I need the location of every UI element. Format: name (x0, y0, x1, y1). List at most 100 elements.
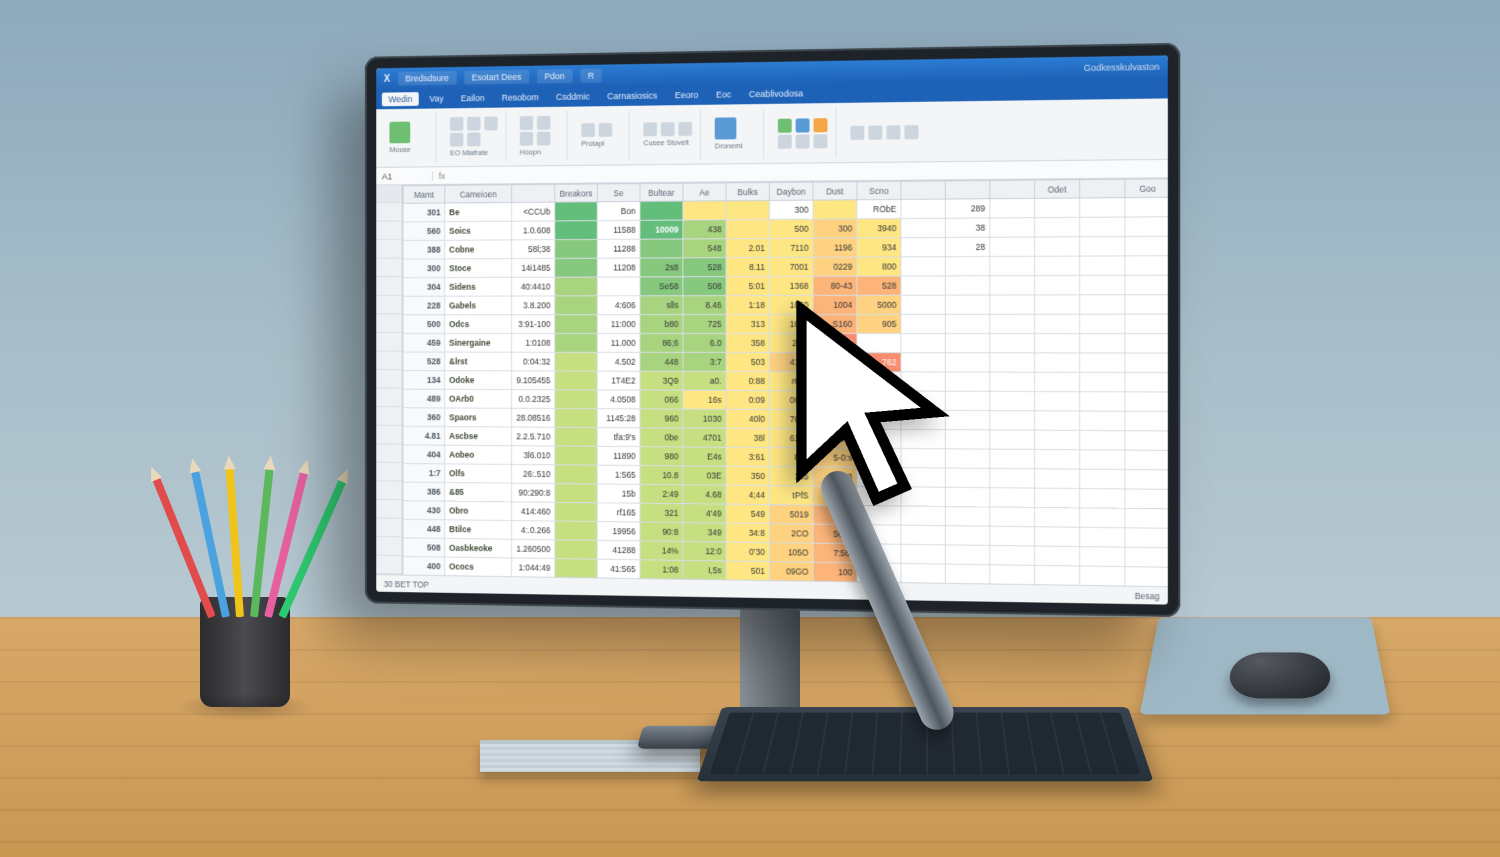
cell[interactable] (990, 430, 1035, 450)
cell[interactable]: 0.0.2325 (512, 390, 555, 409)
cell[interactable]: 560 (403, 222, 445, 241)
cell[interactable]: 358 (726, 333, 769, 352)
cell[interactable]: OO3O (813, 372, 857, 391)
cell[interactable] (857, 334, 901, 353)
ribbon-icon[interactable] (520, 116, 533, 130)
cell[interactable] (901, 295, 945, 314)
cell[interactable]: 11288 (597, 239, 640, 258)
cell[interactable]: 1004 (813, 295, 857, 314)
cell[interactable] (555, 390, 597, 409)
cell[interactable]: Cobne (445, 240, 512, 259)
cell[interactable]: 10.8 (640, 465, 683, 484)
cell[interactable]: 1T4E2 (597, 371, 640, 390)
cell[interactable] (1080, 392, 1125, 412)
cell[interactable]: 528 (403, 352, 445, 371)
ribbon-icon[interactable] (484, 117, 497, 131)
cell[interactable]: 321 (640, 503, 683, 522)
cell[interactable]: 386 (403, 482, 445, 501)
cell[interactable] (1080, 508, 1125, 528)
cell[interactable]: 489 (403, 389, 445, 408)
cell[interactable]: 301 (403, 203, 445, 222)
app-x-icon[interactable]: X (384, 73, 390, 84)
ribbon-icon[interactable] (467, 132, 480, 146)
cell[interactable]: 100 (813, 562, 857, 582)
cell[interactable]: 80-43 (813, 276, 857, 295)
cell[interactable] (901, 334, 945, 353)
cell[interactable] (945, 564, 990, 584)
cell[interactable]: 1050 (769, 295, 813, 314)
ribbon-group[interactable]: EO Miafrate (442, 111, 506, 162)
cell[interactable] (1035, 334, 1080, 353)
cell[interactable]: Olfs (445, 464, 512, 483)
column-header[interactable]: Daybon (769, 182, 813, 200)
cell[interactable]: 3Q9 (640, 371, 683, 390)
cell[interactable] (1080, 411, 1125, 431)
cell[interactable] (901, 372, 945, 391)
cell[interactable] (1125, 392, 1168, 412)
ribbon-icon[interactable] (886, 125, 900, 139)
cell[interactable]: 8.46 (683, 296, 726, 315)
cell[interactable]: 2CO (769, 524, 813, 544)
name-box[interactable]: A1 (376, 171, 433, 181)
title-tab[interactable]: Pdon (537, 69, 573, 83)
ribbon-group[interactable]: Mouse (382, 112, 437, 163)
cell[interactable] (555, 239, 597, 258)
cell[interactable]: 313 (726, 314, 769, 333)
cell[interactable] (990, 218, 1035, 238)
cell[interactable] (1080, 469, 1125, 489)
title-tab[interactable]: R (580, 69, 602, 83)
cell[interactable]: Odcs (445, 315, 512, 334)
cell[interactable]: 388 (403, 240, 445, 259)
cell[interactable]: I,5s (683, 560, 726, 580)
cell[interactable]: a0. (683, 371, 726, 390)
cell[interactable]: 34:8 (726, 523, 769, 543)
cell[interactable] (1035, 565, 1080, 585)
cell[interactable] (1125, 256, 1168, 276)
cell[interactable]: 404 (403, 445, 445, 464)
ribbon-icon[interactable] (450, 133, 463, 147)
cell[interactable]: 725 (683, 315, 726, 334)
cell[interactable]: 5280 (813, 353, 857, 372)
cell[interactable] (555, 221, 597, 240)
cell[interactable] (1080, 547, 1125, 567)
column-header[interactable] (945, 180, 990, 199)
cell[interactable]: 5019 (769, 505, 813, 525)
cell[interactable] (1035, 507, 1080, 527)
cell[interactable]: 800 (857, 257, 901, 276)
cell[interactable]: 1.260500 (512, 539, 555, 558)
cell[interactable]: 7613 (769, 410, 813, 429)
cell[interactable] (555, 427, 597, 446)
column-header[interactable]: Mamt (403, 185, 445, 203)
fx-icon[interactable]: fx (433, 171, 451, 181)
paste-icon[interactable] (389, 122, 410, 144)
cell[interactable]: Be (445, 202, 512, 221)
cell[interactable] (1035, 353, 1080, 372)
cell[interactable] (901, 199, 945, 219)
cell[interactable]: RObE (857, 199, 901, 218)
cell[interactable] (990, 353, 1035, 372)
cell[interactable]: tfa:9's (597, 428, 640, 447)
cell[interactable] (555, 540, 597, 559)
ribbon-tab[interactable]: Resobom (495, 90, 545, 105)
cell[interactable]: 1:565 (597, 465, 640, 484)
ribbon-icon[interactable] (715, 117, 737, 139)
cell[interactable] (945, 372, 990, 391)
cell[interactable]: 508 (683, 277, 726, 296)
ribbon-group[interactable]: Cusee Stovelt (636, 109, 701, 160)
cell[interactable] (901, 448, 945, 468)
column-header[interactable]: Ae (683, 183, 726, 201)
cell[interactable] (1125, 197, 1168, 217)
cell[interactable]: &lrst (445, 352, 512, 371)
cell[interactable] (945, 487, 990, 507)
cell[interactable] (1035, 469, 1080, 489)
cell[interactable]: 1:044:49 (512, 558, 555, 577)
cell[interactable]: 5000 (857, 295, 901, 314)
cell[interactable] (990, 468, 1035, 488)
cell[interactable]: Aobeo (445, 445, 512, 464)
cell[interactable] (1125, 236, 1168, 256)
cell[interactable] (945, 256, 990, 275)
ribbon-icon[interactable] (778, 134, 792, 148)
cell[interactable] (555, 333, 597, 352)
cell[interactable]: 03E (683, 466, 726, 485)
cell[interactable]: 40l0 (726, 409, 769, 428)
